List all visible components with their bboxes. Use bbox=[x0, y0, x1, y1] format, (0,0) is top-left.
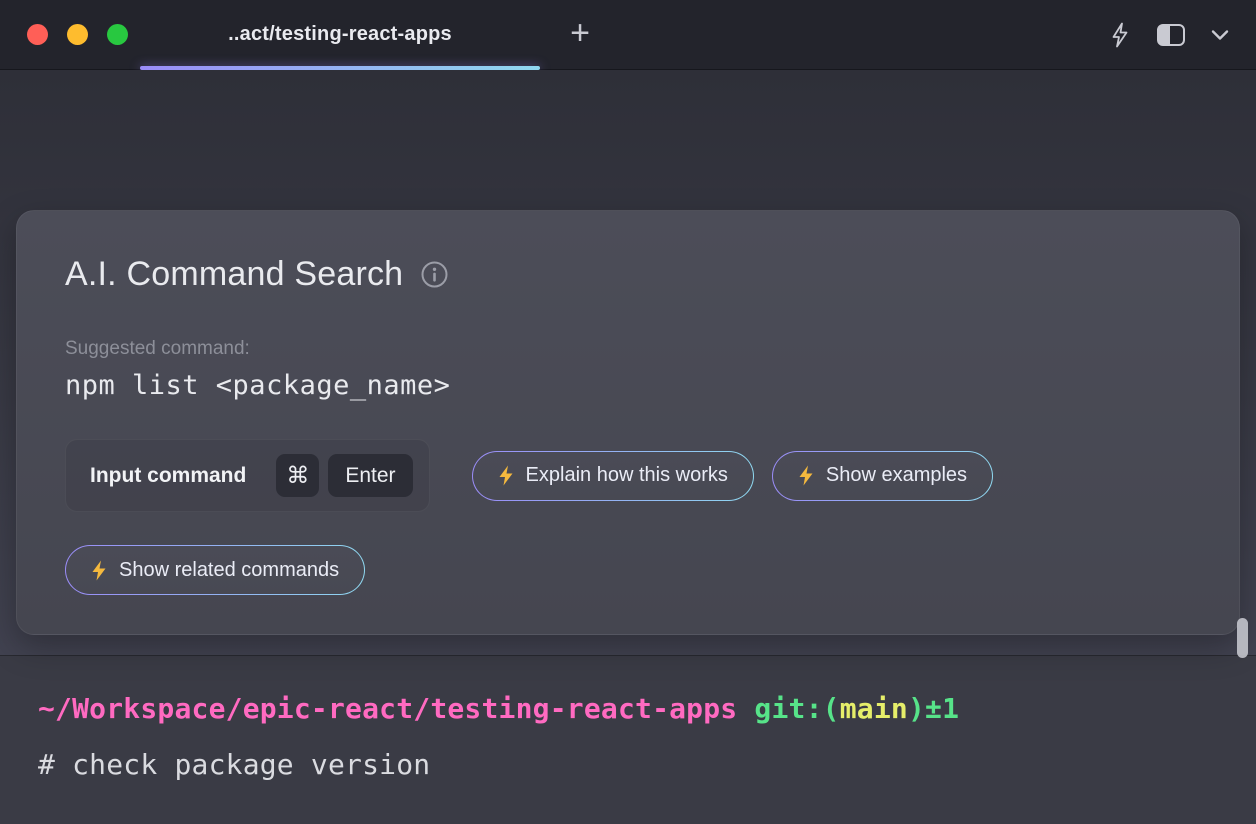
action-label: Show examples bbox=[826, 464, 967, 487]
git-prefix: git:( bbox=[737, 692, 839, 725]
minimize-button[interactable] bbox=[67, 24, 88, 45]
suggested-command-label: Suggested command: bbox=[65, 338, 1191, 360]
chevron-down-icon[interactable] bbox=[1210, 28, 1230, 42]
terminal-input-block[interactable]: ~/Workspace/epic-react/testing-react-app… bbox=[0, 655, 1256, 824]
show-related-commands-button[interactable]: Show related commands bbox=[65, 545, 365, 595]
tab-title: ..act/testing-react-apps bbox=[228, 23, 452, 46]
git-close: ) bbox=[908, 692, 925, 725]
titlebar-actions bbox=[1108, 22, 1256, 48]
cmd-key-badge: ⌘ bbox=[276, 454, 319, 497]
typed-command: # check package version bbox=[38, 748, 1216, 781]
lightning-icon[interactable] bbox=[1108, 22, 1132, 48]
bolt-icon bbox=[91, 560, 107, 581]
close-button[interactable] bbox=[27, 24, 48, 45]
input-command-label: Input command bbox=[90, 464, 246, 488]
layout-pane-icon[interactable] bbox=[1156, 23, 1186, 47]
active-tab[interactable]: ..act/testing-react-apps bbox=[140, 0, 540, 69]
git-branch: main bbox=[840, 692, 908, 725]
terminal-scroll-area: A.I. Command Search Suggested command: n… bbox=[0, 70, 1256, 655]
traffic-lights bbox=[0, 24, 128, 45]
panel-title: A.I. Command Search bbox=[65, 255, 403, 294]
explain-how-this-works-button[interactable]: Explain how this works bbox=[472, 451, 754, 501]
command-action-row: Input command ⌘ Enter Explain how this w… bbox=[65, 439, 1191, 512]
action-label: Explain how this works bbox=[526, 464, 728, 487]
ai-command-search-panel: A.I. Command Search Suggested command: n… bbox=[16, 210, 1240, 635]
enter-key-badge: Enter bbox=[328, 454, 412, 497]
action-label: Show related commands bbox=[119, 559, 339, 582]
secondary-action-row: Show related commands bbox=[65, 545, 1191, 595]
zoom-button[interactable] bbox=[107, 24, 128, 45]
terminal-window: ..act/testing-react-apps + bbox=[0, 0, 1256, 824]
scrollbar-thumb[interactable] bbox=[1237, 618, 1248, 658]
suggested-command-text: npm list <package_name> bbox=[65, 370, 1191, 401]
info-icon[interactable] bbox=[420, 260, 449, 289]
titlebar: ..act/testing-react-apps + bbox=[0, 0, 1256, 70]
panel-header: A.I. Command Search bbox=[65, 255, 1191, 294]
bolt-icon bbox=[798, 465, 814, 486]
git-dirty-indicator: ±1 bbox=[925, 692, 959, 725]
show-examples-button[interactable]: Show examples bbox=[772, 451, 993, 501]
prompt-line: ~/Workspace/epic-react/testing-react-app… bbox=[38, 692, 1216, 725]
prompt-path: ~/Workspace/epic-react/testing-react-app… bbox=[38, 692, 737, 725]
input-command-hint: Input command ⌘ Enter bbox=[65, 439, 430, 512]
bolt-icon bbox=[498, 465, 514, 486]
new-tab-button[interactable]: + bbox=[562, 16, 598, 54]
